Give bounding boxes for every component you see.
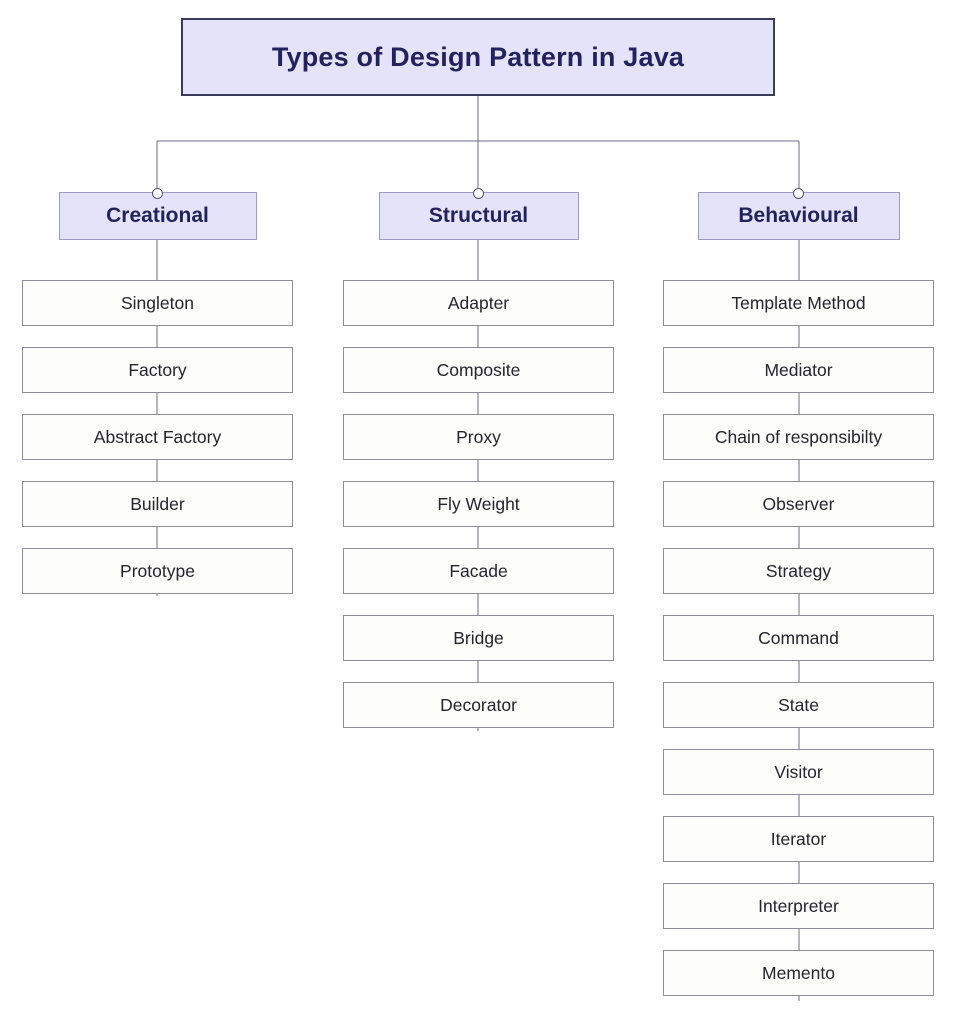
pattern-item[interactable]: Prototype — [22, 548, 293, 594]
pattern-item[interactable]: Interpreter — [663, 883, 934, 929]
category-header-structural[interactable]: Structural — [378, 187, 579, 240]
category-header-creational[interactable]: Creational — [58, 187, 257, 240]
pattern-item[interactable]: Chain of responsibilty — [663, 414, 934, 460]
category-header-behavioural[interactable]: Behavioural — [697, 187, 900, 240]
pattern-label: Command — [758, 627, 839, 648]
pattern-item[interactable]: Decorator — [343, 682, 614, 728]
category-column-creational: Creational Singleton Factory Abstract Fa… — [22, 187, 293, 594]
pattern-label: Abstract Factory — [93, 426, 222, 447]
pattern-item[interactable]: Command — [663, 615, 934, 661]
pattern-label: Factory — [128, 359, 187, 380]
category-label: Behavioural — [738, 204, 859, 227]
pattern-label: Chain of responsibilty — [714, 426, 883, 447]
category-label: Creational — [106, 204, 209, 227]
pattern-label: Observer — [762, 493, 835, 514]
pattern-label: Visitor — [774, 761, 823, 782]
pattern-item[interactable]: Template Method — [663, 280, 934, 326]
pattern-item[interactable]: Visitor — [663, 749, 934, 795]
pattern-label: Adapter — [447, 292, 510, 313]
pattern-item[interactable]: Adapter — [343, 280, 614, 326]
pattern-label: Interpreter — [758, 895, 839, 916]
pattern-item[interactable]: Mediator — [663, 347, 934, 393]
pattern-item[interactable]: Strategy — [663, 548, 934, 594]
pattern-label: Fly Weight — [437, 493, 520, 514]
pattern-item[interactable]: Factory — [22, 347, 293, 393]
page-title: Types of Design Pattern in Java — [271, 41, 685, 72]
pattern-item[interactable]: Builder — [22, 481, 293, 527]
connector-node-icon — [473, 187, 484, 199]
pattern-list-behavioural: Template Method Mediator Chain of respon… — [663, 280, 934, 996]
pattern-list-structural: Adapter Composite Proxy Fly Weight Facad… — [343, 280, 614, 728]
diagram-title-box: Types of Design Pattern in Java — [181, 18, 775, 96]
pattern-label: Singleton — [121, 292, 194, 313]
pattern-item[interactable]: Abstract Factory — [22, 414, 293, 460]
pattern-label: Builder — [130, 493, 185, 514]
pattern-label: Strategy — [765, 560, 832, 581]
connector-node-icon — [793, 187, 804, 199]
category-column-behavioural: Behavioural Template Method Mediator Cha… — [663, 187, 934, 996]
pattern-item[interactable]: State — [663, 682, 934, 728]
pattern-label: Composite — [436, 359, 521, 380]
pattern-label: State — [778, 694, 819, 715]
pattern-item[interactable]: Singleton — [22, 280, 293, 326]
pattern-label: Memento — [762, 962, 835, 983]
pattern-label: Decorator — [440, 694, 517, 715]
pattern-label: Template Method — [731, 292, 866, 313]
pattern-label: Proxy — [456, 426, 501, 447]
pattern-label: Prototype — [120, 560, 195, 581]
category-column-structural: Structural Adapter Composite Proxy Fly W… — [343, 187, 614, 728]
pattern-item[interactable]: Iterator — [663, 816, 934, 862]
pattern-label: Iterator — [770, 828, 827, 849]
connector-node-icon — [152, 187, 163, 199]
pattern-item[interactable]: Observer — [663, 481, 934, 527]
category-label: Structural — [428, 204, 529, 227]
pattern-list-creational: Singleton Factory Abstract Factory Build… — [22, 280, 293, 594]
pattern-item[interactable]: Memento — [663, 950, 934, 996]
pattern-item[interactable]: Proxy — [343, 414, 614, 460]
diagram-canvas: Types of Design Pattern in Java Creation… — [0, 0, 969, 1024]
pattern-label: Mediator — [764, 359, 833, 380]
pattern-item[interactable]: Fly Weight — [343, 481, 614, 527]
pattern-label: Bridge — [453, 627, 504, 648]
pattern-label: Facade — [449, 560, 508, 581]
pattern-item[interactable]: Facade — [343, 548, 614, 594]
pattern-item[interactable]: Composite — [343, 347, 614, 393]
pattern-item[interactable]: Bridge — [343, 615, 614, 661]
